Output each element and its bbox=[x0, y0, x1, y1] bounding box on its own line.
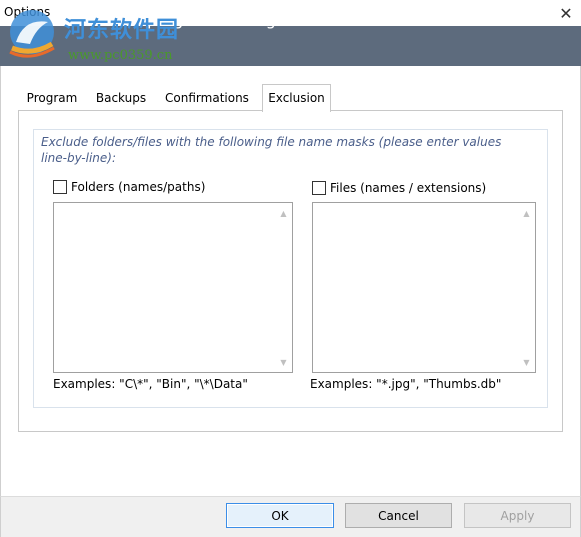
files-masks-textarea[interactable]: ▲ ▼ bbox=[312, 202, 536, 373]
tab-confirmations[interactable]: Confirmations bbox=[159, 86, 255, 110]
folders-checkbox-label: Folders (names/paths) bbox=[71, 180, 206, 194]
files-checkbox[interactable] bbox=[312, 181, 326, 195]
tab-program[interactable]: Program bbox=[20, 86, 84, 110]
close-button[interactable]: ✕ bbox=[551, 0, 581, 26]
folders-example-text: Examples: "C\*", "Bin", "\*\Data" bbox=[53, 377, 248, 391]
exclusion-description: Exclude folders/files with the following… bbox=[41, 135, 502, 165]
files-checkbox-label: Files (names / extensions) bbox=[330, 181, 487, 195]
folders-masks-textarea[interactable]: ▲ ▼ bbox=[53, 202, 293, 373]
watermark-text: 河东软件园 bbox=[64, 17, 180, 43]
scroll-down-icon[interactable]: ▼ bbox=[519, 355, 534, 369]
files-checkbox-row[interactable]: Files (names / extensions) bbox=[312, 181, 486, 195]
watermark-logo-icon bbox=[9, 10, 55, 58]
tab-exclusion[interactable]: Exclusion bbox=[262, 84, 331, 112]
files-scrollbar[interactable]: ▲ ▼ bbox=[519, 204, 534, 371]
folders-scrollbar[interactable]: ▲ ▼ bbox=[276, 204, 291, 371]
apply-button[interactable]: Apply bbox=[464, 503, 571, 528]
scroll-down-icon[interactable]: ▼ bbox=[276, 355, 291, 369]
cancel-button[interactable]: Cancel bbox=[345, 503, 452, 528]
close-icon: ✕ bbox=[559, 3, 573, 23]
watermark-url: www.pc0359.cn bbox=[68, 48, 173, 63]
folders-checkbox-row[interactable]: Folders (names/paths) bbox=[53, 180, 205, 194]
tab-backups[interactable]: Backups bbox=[90, 86, 152, 110]
scroll-up-icon[interactable]: ▲ bbox=[276, 206, 291, 220]
files-example-text: Examples: "*.jpg", "Thumbs.db" bbox=[310, 377, 502, 391]
ok-button[interactable]: OK bbox=[226, 503, 334, 528]
folders-checkbox[interactable] bbox=[53, 180, 67, 194]
scroll-up-icon[interactable]: ▲ bbox=[519, 206, 534, 220]
